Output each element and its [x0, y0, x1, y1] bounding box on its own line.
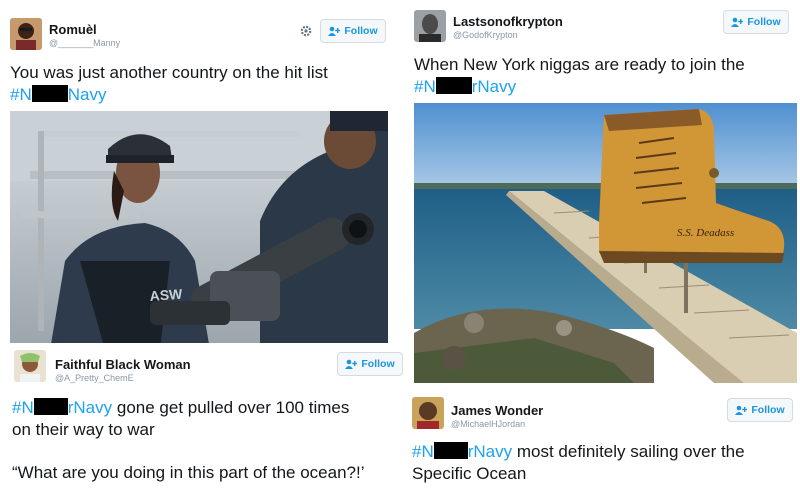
avatar-image	[414, 10, 446, 42]
redaction-bar	[31, 85, 68, 102]
user-handle[interactable]: @MichaelHJordan	[451, 419, 525, 429]
display-name[interactable]: Faithful Black Woman	[55, 357, 191, 372]
tweet-photo[interactable]: S.S. Deadass	[414, 103, 797, 383]
user-handle[interactable]: @GodofKrypton	[453, 30, 518, 40]
tweet-quote-line: “What are you doing in this part of the …	[12, 463, 365, 482]
avatar[interactable]	[10, 18, 42, 50]
user-handle[interactable]: @A_Pretty_ChemE	[55, 373, 134, 383]
add-user-icon	[328, 26, 341, 36]
user-handle[interactable]: @_______Manny	[49, 38, 120, 48]
hashtag-suffix: rNavy	[471, 77, 517, 96]
follow-label: Follow	[747, 16, 781, 28]
military-photo-image: ASW	[10, 111, 388, 350]
tweet-line: When New York niggas are ready to join t…	[414, 55, 745, 74]
tweet-line: gone get pulled over 100 times	[112, 398, 350, 417]
avatar-image	[412, 397, 444, 429]
tweet-james-wonder: James Wonder @MichaelHJordan Follow #N rN…	[408, 390, 800, 500]
follow-button[interactable]: Follow	[723, 10, 789, 34]
follow-label: Follow	[751, 404, 785, 416]
tweet-line: on their way to war	[12, 420, 155, 439]
tweet-line: You was just another country on the hit …	[10, 63, 328, 82]
add-user-icon	[735, 405, 748, 415]
follow-button[interactable]: Follow	[337, 352, 403, 376]
tweet-text: When New York niggas are ready to join t…	[414, 54, 745, 98]
hashtag[interactable]: #N rNavy	[414, 76, 745, 98]
hashtag-suffix: rNavy	[467, 442, 513, 461]
tweet-line: most definitely sailing over the	[512, 442, 745, 461]
hashtag[interactable]: #N rNavy	[12, 398, 112, 417]
tweet-text: #N rNavy most definitely sailing over the…	[412, 441, 745, 485]
hashtag[interactable]: #N Navy	[10, 84, 328, 106]
avatar[interactable]	[414, 10, 446, 42]
hashtag-prefix: #N	[412, 442, 434, 461]
tweet-line: Specific Ocean	[412, 464, 527, 483]
avatar-image	[14, 350, 46, 382]
redaction-bar	[433, 442, 468, 459]
gear-icon[interactable]	[299, 24, 313, 38]
redaction-bar	[33, 398, 68, 415]
follow-label: Follow	[361, 358, 395, 370]
tweet-photo[interactable]: ASW	[10, 111, 388, 350]
avatar[interactable]	[412, 397, 444, 429]
tweet-text: #N rNavy gone get pulled over 100 times o…	[12, 397, 349, 441]
boot-label: S.S. Deadass	[677, 227, 734, 239]
follow-label: Follow	[344, 25, 378, 37]
redaction-bar	[435, 77, 472, 94]
dock-boot-image: S.S. Deadass	[414, 103, 797, 383]
display-name[interactable]: Romuèl	[49, 22, 97, 37]
hashtag-suffix: rNavy	[67, 398, 113, 417]
add-user-icon	[345, 359, 358, 369]
tweet-lastsonofkrypton: Lastsonofkrypton @GodofKrypton Follow Wh…	[408, 0, 800, 390]
hashtag[interactable]: #N rNavy	[412, 442, 512, 461]
hashtag-suffix: Navy	[67, 85, 107, 104]
add-user-icon	[731, 17, 744, 27]
hashtag-prefix: #N	[414, 77, 436, 96]
tweet-romuel: Romuèl @_______Manny Follow You was just…	[0, 0, 400, 350]
avatar-image	[10, 18, 42, 50]
display-name[interactable]: Lastsonofkrypton	[453, 14, 563, 29]
display-name[interactable]: James Wonder	[451, 403, 543, 418]
follow-button[interactable]: Follow	[320, 19, 386, 43]
tweet-faithful-black-woman: Faithful Black Woman @A_Pretty_ChemE Fol…	[0, 343, 410, 500]
tweet-text: You was just another country on the hit …	[10, 62, 328, 106]
hashtag-prefix: #N	[12, 398, 34, 417]
hashtag-prefix: #N	[10, 85, 32, 104]
svg-text:ASW: ASW	[149, 286, 183, 304]
avatar[interactable]	[14, 350, 46, 382]
follow-button[interactable]: Follow	[727, 398, 793, 422]
